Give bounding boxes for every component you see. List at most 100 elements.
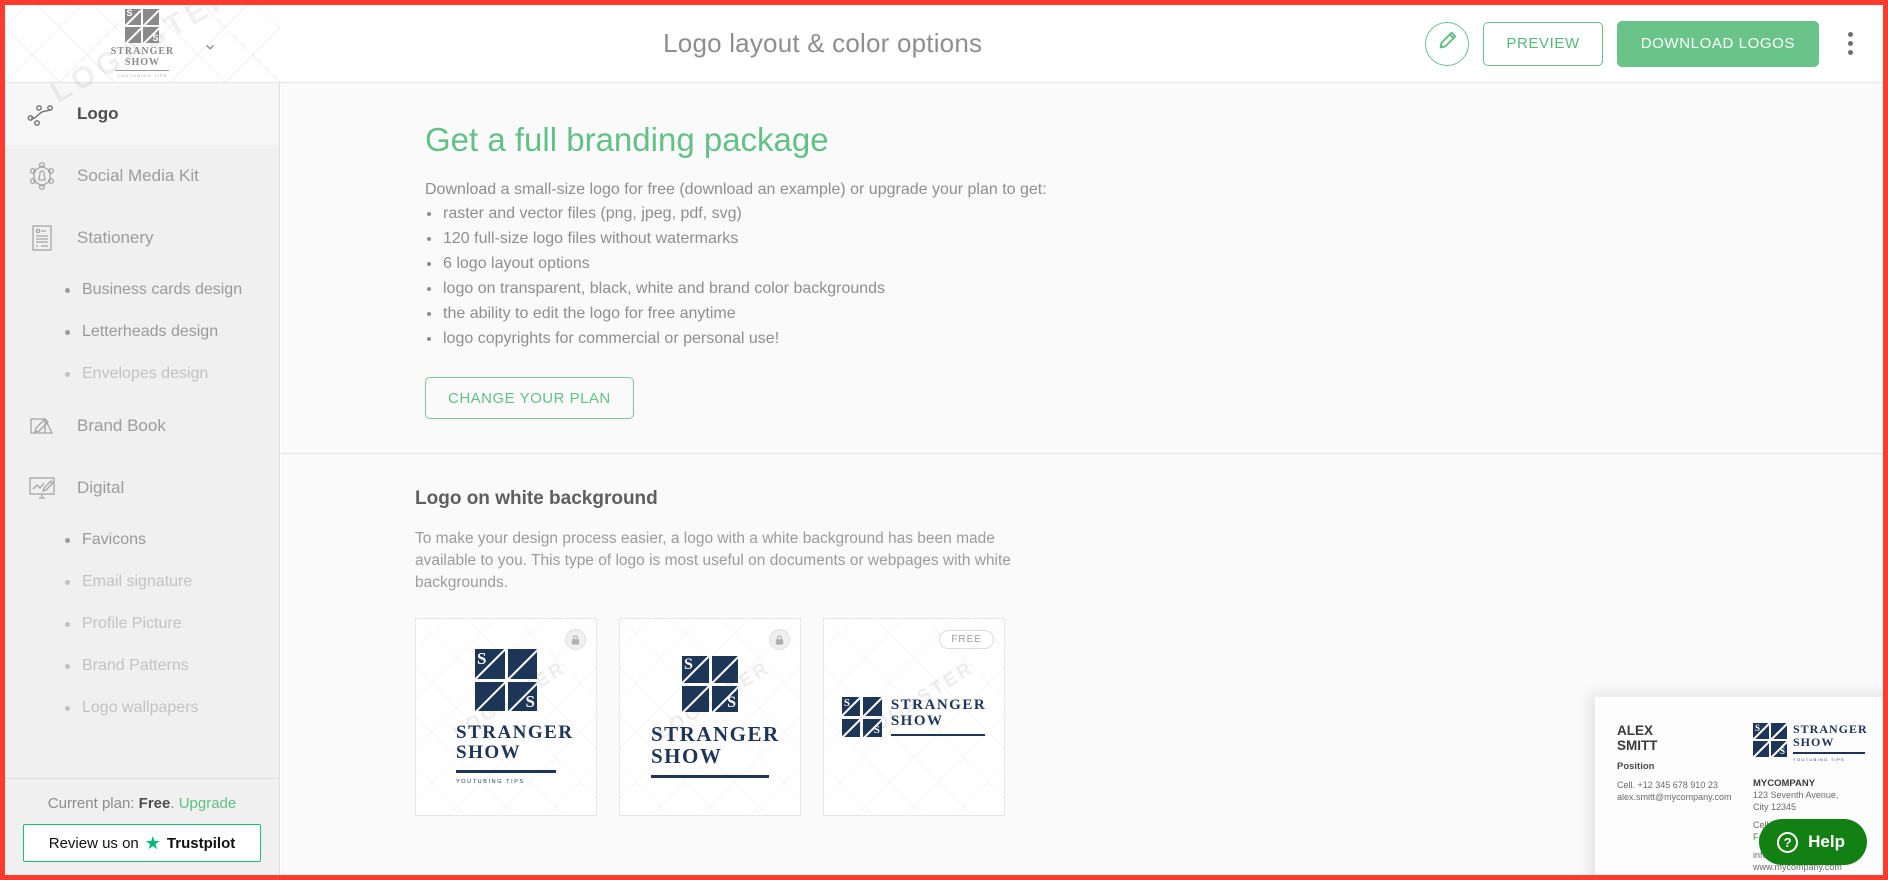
sidebar-item-logo[interactable]: Logo <box>5 83 279 145</box>
business-card-person-block: ALEX SMITT Position Cell. +12 345 678 91… <box>1617 723 1745 875</box>
logo-card-horizontal[interactable]: LOGASTER FREE S S STRANGER SHOW <box>823 618 1005 816</box>
upgrade-link[interactable]: Upgrade <box>179 795 237 812</box>
main-content: Get a full branding package Download a s… <box>281 83 1883 875</box>
bullet-icon <box>65 579 70 585</box>
bullet-icon <box>65 621 70 627</box>
logo-square-br: S <box>143 27 160 43</box>
logo-on-white-background-section: Logo on white background To make your de… <box>281 454 1883 875</box>
logo-name-line-1: STRANGER <box>651 722 780 747</box>
social-network-icon <box>23 157 61 195</box>
header-logo-rule <box>115 70 170 71</box>
logo-letter: S <box>684 656 693 674</box>
promo-title: Get a full branding package <box>425 121 829 158</box>
list-item: logo copyrights for commercial or person… <box>425 328 1883 349</box>
sidebar-item-logo-wallpapers[interactable]: Logo wallpapers <box>5 687 279 729</box>
business-card-name-line-2: SMITT <box>1617 738 1658 753</box>
sidebar-item-label: Digital <box>77 478 125 497</box>
logo-card-vertical-compact[interactable]: LOGASTER S S ST <box>619 618 801 816</box>
header-actions: PREVIEW DOWNLOAD LOGOS <box>1425 20 1883 67</box>
sidebar-item-profile-picture[interactable]: Profile Picture <box>5 603 279 645</box>
logo-rule <box>651 775 769 778</box>
header-logo-name-2: SHOW <box>124 56 161 68</box>
logo-lockup: S S STRANGER SHOW <box>841 697 986 737</box>
list-item: raster and vector files (png, jpeg, pdf,… <box>425 203 1883 224</box>
logo-letter: S <box>477 649 487 669</box>
sidebar-nav: Logo Social Media Kit Stationery Busines… <box>5 83 280 875</box>
bullet-icon <box>65 287 70 293</box>
bullet-icon <box>65 705 70 711</box>
logo-square-tr <box>507 649 537 679</box>
star-icon: ★ <box>144 833 161 853</box>
document-icon <box>23 219 61 257</box>
bullet-icon <box>65 537 70 543</box>
logo-tagline: YOUTUBING TIPS <box>456 778 525 785</box>
logo-letter: S <box>843 697 850 709</box>
edit-logo-button[interactable] <box>1425 21 1470 66</box>
logo-square-tr <box>711 656 738 683</box>
business-card-logo-line-2: SHOW <box>1793 735 1835 750</box>
business-card-logo: S S STRANGER SHOW YOUTUBING TIPS <box>1753 722 1877 762</box>
preview-button[interactable]: PREVIEW <box>1483 21 1603 66</box>
app-header: LOGASTER S S STRANGER SHOW YOUTUBING TIP… <box>5 5 1883 109</box>
branding-package-promo: Get a full branding package Download a s… <box>281 83 1883 453</box>
logo-lockup: S S STRANGER SHOW YOUTUBING TIPS <box>456 649 574 785</box>
sidebar-item-brand-book[interactable]: Brand Book <box>5 395 279 457</box>
logo-square-br: S <box>711 685 738 713</box>
logo-square-br: S <box>1771 741 1787 757</box>
business-card-address-line-1: 123 Seventh Avenue, <box>1753 789 1839 800</box>
sidebar-footer: Current plan: Free. Upgrade Review us on… <box>5 778 279 875</box>
logo-square-br: S <box>507 681 537 712</box>
sidebar-item-brand-patterns[interactable]: Brand Patterns <box>5 645 279 687</box>
trustpilot-review-button[interactable]: Review us on ★ Trustpilot <box>23 824 261 862</box>
logo-squares-icon: S S <box>125 9 160 43</box>
business-card-address-line-2: City 12345 <box>1753 801 1797 812</box>
brand-logo-area[interactable]: LOGASTER S S STRANGER SHOW YOUTUBING TIP… <box>5 5 280 109</box>
sidebar-item-digital[interactable]: Digital <box>5 457 279 519</box>
logo-square-bl <box>475 681 505 712</box>
header-logo-name-1: STRANGER <box>110 46 175 57</box>
sidebar-item-label: Logo wallpapers <box>82 699 199 716</box>
logo-lockup: S S STRANGER SHOW <box>651 656 780 778</box>
help-button[interactable]: ? Help <box>1759 819 1867 865</box>
chevron-down-icon[interactable]: ⌄ <box>202 34 218 53</box>
monitor-edit-icon <box>23 469 61 507</box>
logo-square-bl <box>1753 741 1769 757</box>
logo-letter: S <box>525 692 535 712</box>
header-logo-tagline: YOUTUBING TIPS <box>117 73 168 78</box>
business-card-logo-rule <box>1793 752 1865 754</box>
business-card-wordmark: STRANGER SHOW YOUTUBING TIPS <box>1793 722 1868 762</box>
sidebar-item-label: Stationery <box>77 228 154 247</box>
logo-square-tr <box>863 697 882 716</box>
sidebar-item-email-signature[interactable]: Email signature <box>5 561 279 603</box>
list-item: the ability to edit the logo for free an… <box>425 303 1883 324</box>
lock-icon <box>565 629 586 650</box>
sidebar-item-label: Favicons <box>82 531 147 548</box>
logo-square-tl: S <box>682 656 709 683</box>
section-title: Logo on white background <box>415 488 658 509</box>
logo-letter: S <box>152 33 159 43</box>
sidebar-item-business-cards-design[interactable]: Business cards design <box>5 269 279 311</box>
logo-rule <box>890 734 985 737</box>
sidebar-item-social-media-kit[interactable]: Social Media Kit <box>5 145 279 207</box>
trustpilot-brand-label: Trustpilot <box>166 834 236 852</box>
logo-node-icon <box>23 95 61 133</box>
business-card-logo-tagline: YOUTUBING TIPS <box>1793 756 1845 762</box>
brandbook-pencil-icon <box>23 407 61 445</box>
sidebar-item-favicons[interactable]: Favicons <box>5 519 279 561</box>
download-logos-button[interactable]: DOWNLOAD LOGOS <box>1616 20 1819 67</box>
header-logo-mark: S S STRANGER SHOW YOUTUBING TIPS <box>111 9 175 78</box>
bullet-icon <box>65 371 70 377</box>
logo-name-line-1: STRANGER <box>456 722 574 744</box>
sidebar-item-stationery[interactable]: Stationery <box>5 207 279 269</box>
sidebar-item-letterheads-design[interactable]: Letterheads design <box>5 311 279 353</box>
more-options-icon[interactable] <box>1833 22 1867 66</box>
sidebar-item-label: Letterheads design <box>82 323 219 340</box>
download-example-link[interactable]: download an example <box>685 181 841 198</box>
logo-letter: S <box>1755 723 1761 733</box>
logo-letter: S <box>126 9 133 18</box>
logo-card-vertical-stacked[interactable]: LOGASTER S S ST <box>415 618 597 816</box>
free-badge: FREE <box>939 630 994 649</box>
plan-period: . <box>170 795 175 812</box>
change-your-plan-button[interactable]: CHANGE YOUR PLAN <box>425 377 634 419</box>
sidebar-item-envelopes-design[interactable]: Envelopes design <box>5 353 279 395</box>
